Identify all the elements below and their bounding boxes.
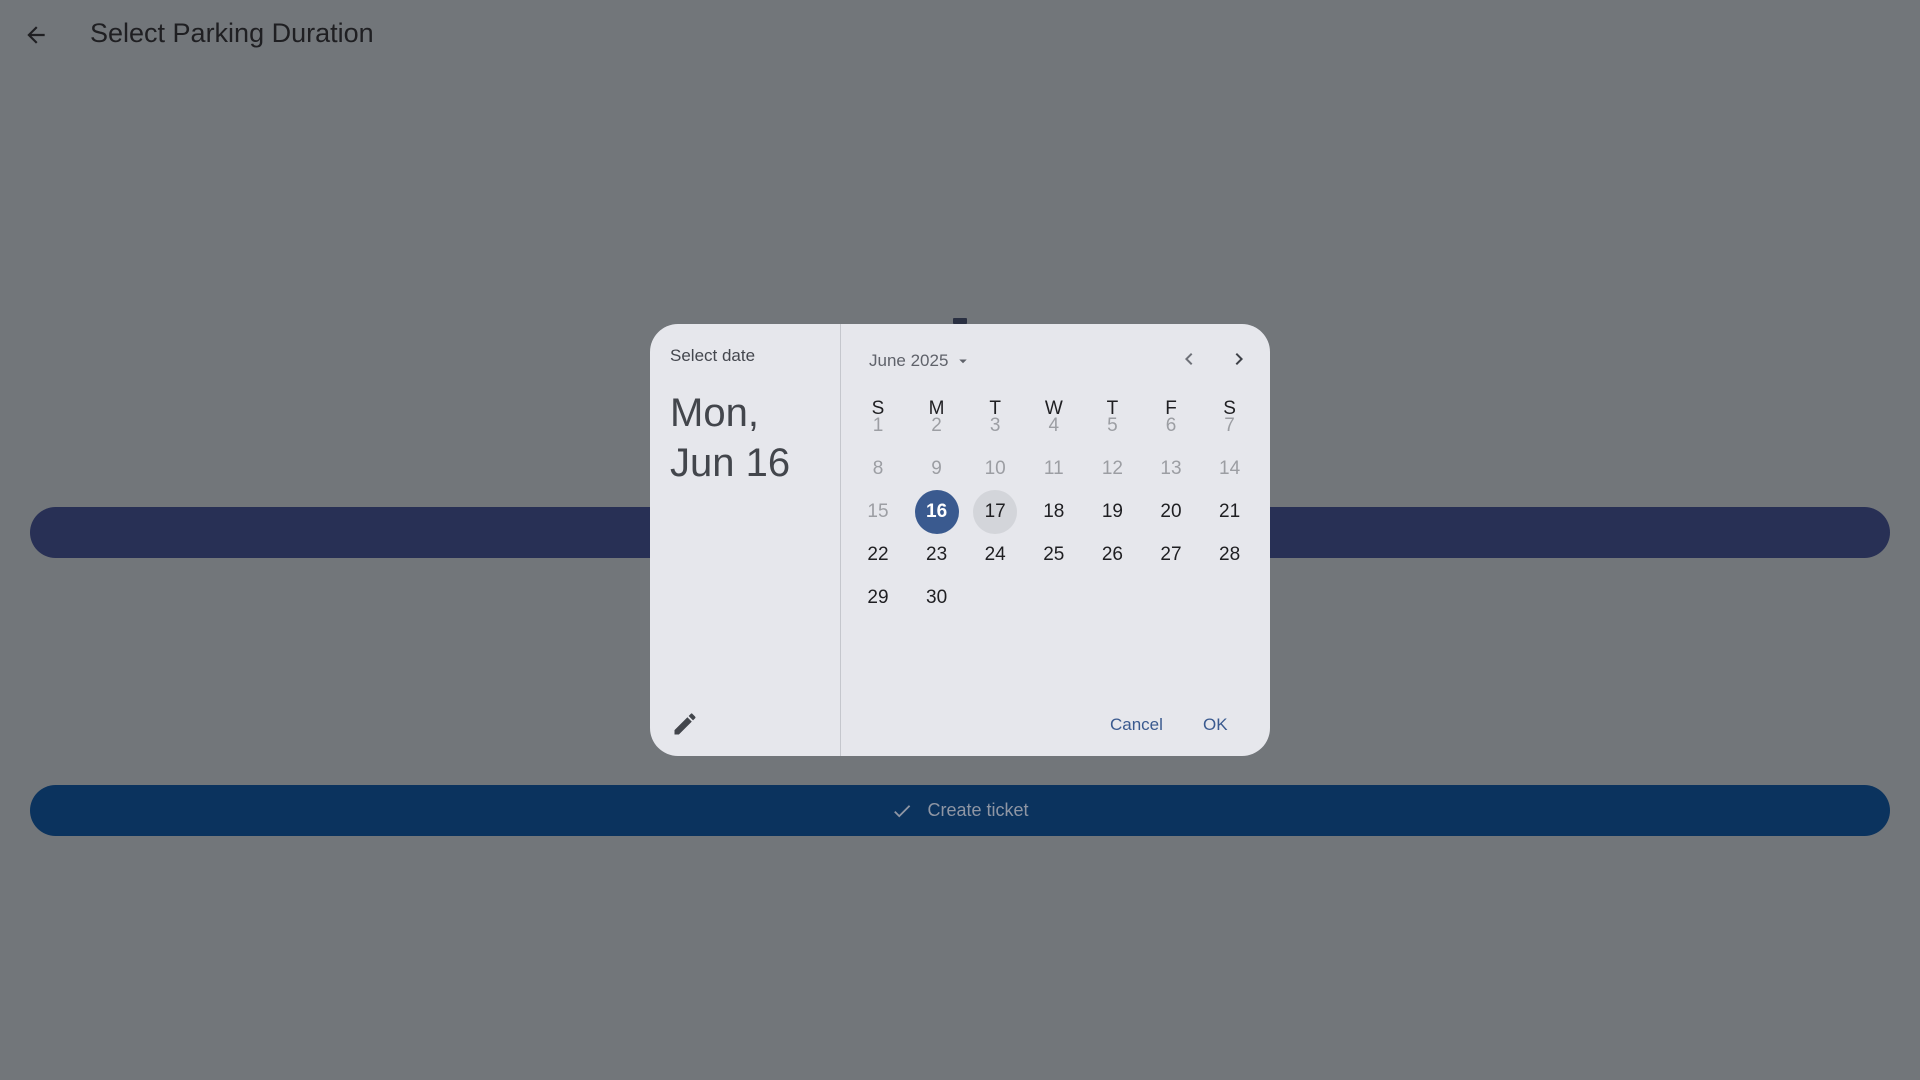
create-ticket-label: Create ticket <box>927 800 1029 820</box>
headline-date: Jun 16 <box>670 441 791 485</box>
calendar-day: 4 <box>1048 415 1060 436</box>
calendar-day: 13 <box>1160 458 1182 479</box>
supporting-text: Select date <box>670 346 756 365</box>
headline-weekday: Mon, <box>670 391 759 435</box>
calendar-day[interactable]: 27 <box>1149 533 1193 577</box>
app-bar: Select Parking Duration <box>0 0 1920 70</box>
calendar-day[interactable]: 29 <box>856 576 900 620</box>
pencil-icon <box>674 713 696 735</box>
calendar-day: 9 <box>931 458 942 479</box>
date-picker-dialog: Select date Mon, Jun 16 June 2025 SMTWTF… <box>650 324 1270 756</box>
calendar-day: 8 <box>872 458 884 479</box>
calendar-day: 7 <box>1224 415 1235 436</box>
switch-to-input-button[interactable] <box>668 707 702 741</box>
back-button[interactable] <box>16 15 56 55</box>
next-month-button[interactable] <box>1219 339 1259 379</box>
caret-down-icon <box>959 359 968 364</box>
check-icon <box>894 804 911 817</box>
arrow-left-icon <box>27 26 45 44</box>
calendar-day: 1 <box>872 415 884 436</box>
selected-date-headline: Mon, Jun 16 <box>670 388 835 488</box>
month-year-dropdown[interactable]: June 2025 <box>869 346 972 376</box>
calendar-day[interactable]: 20 <box>1149 490 1193 534</box>
chevron-right-icon <box>1235 353 1243 365</box>
cancel-button[interactable]: Cancel <box>1102 707 1171 743</box>
calendar-day[interactable]: 18 <box>1032 490 1076 534</box>
calendar-day: 14 <box>1219 458 1241 479</box>
calendar-day: 5 <box>1107 415 1118 436</box>
calendar-day[interactable]: 25 <box>1032 533 1076 577</box>
date-picker-header: Select date Mon, Jun 16 <box>650 324 841 756</box>
create-ticket-button[interactable]: Create ticket <box>30 785 1890 836</box>
calendar-day[interactable]: 22 <box>856 533 900 577</box>
calendar-day: 2 <box>931 415 942 436</box>
calendar-day-selected[interactable]: 16 <box>914 490 959 534</box>
calendar-day[interactable]: 19 <box>1090 490 1134 534</box>
calendar-day: 3 <box>989 415 1001 436</box>
calendar-day[interactable]: 26 <box>1090 533 1134 577</box>
month-year-label: June 2025 <box>869 351 949 370</box>
ok-button[interactable]: OK <box>1195 707 1236 743</box>
previous-month-button[interactable] <box>1169 339 1209 379</box>
calendar-day[interactable]: 23 <box>915 533 959 577</box>
calendar-day[interactable]: 24 <box>973 533 1017 577</box>
calendar-day: 11 <box>1043 458 1064 479</box>
calendar-day[interactable]: 17 <box>973 490 1018 534</box>
calendar-day: 6 <box>1165 415 1177 436</box>
page-title: Select Parking Duration <box>90 18 374 48</box>
calendar-day: 12 <box>1101 458 1123 479</box>
calendar-day[interactable]: 21 <box>1208 490 1252 534</box>
chevron-left-icon <box>1185 353 1193 365</box>
calendar-day: 10 <box>984 458 1006 479</box>
calendar-day: 15 <box>867 501 889 522</box>
calendar-day[interactable]: 30 <box>915 576 959 620</box>
calendar-day[interactable]: 28 <box>1208 533 1252 577</box>
